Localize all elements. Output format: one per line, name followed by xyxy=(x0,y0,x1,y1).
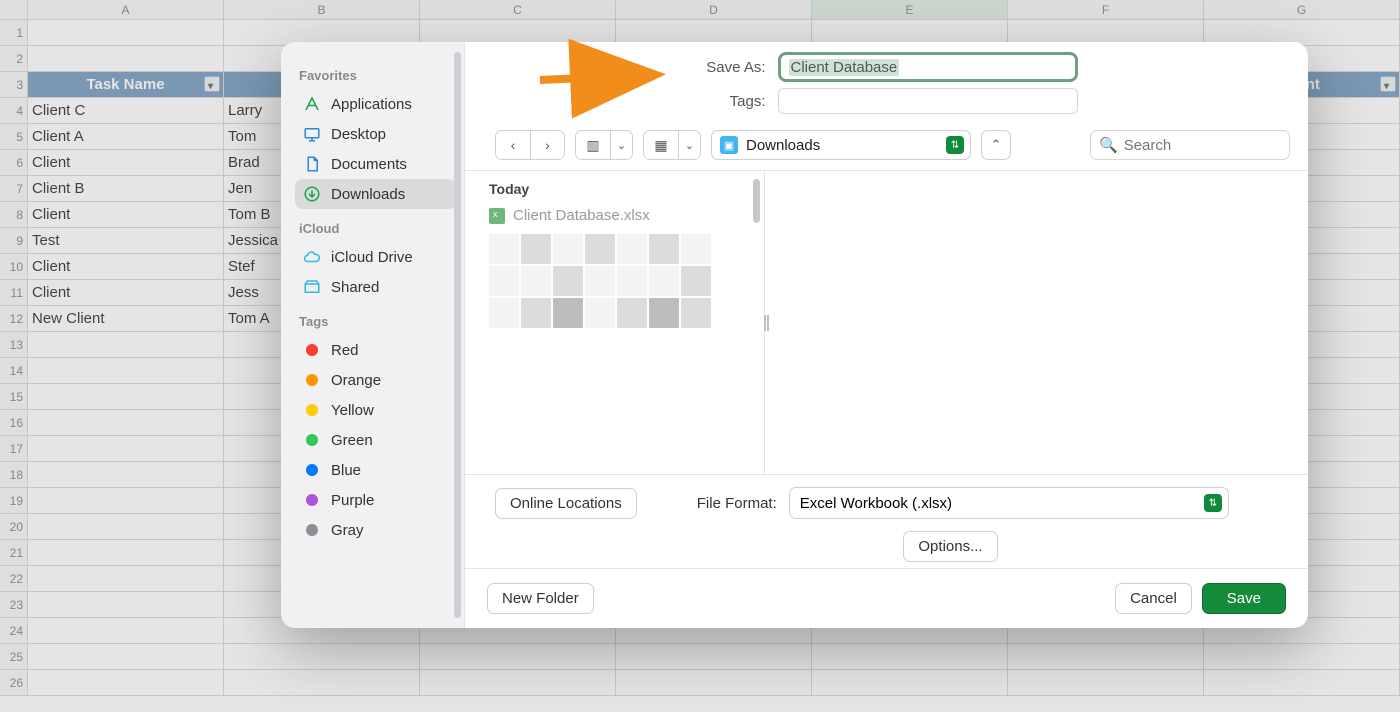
sidebar-item-yellow[interactable]: Yellow xyxy=(295,395,456,425)
nav-back-button[interactable]: ‹ xyxy=(496,131,530,159)
tag-dot-icon xyxy=(303,371,321,389)
sidebar-item-red[interactable]: Red xyxy=(295,335,456,365)
column-resize-handle[interactable] xyxy=(764,315,769,331)
sidebar-item-blue[interactable]: Blue xyxy=(295,455,456,485)
browser-column-2[interactable] xyxy=(765,171,1308,474)
tags-input[interactable] xyxy=(778,88,1078,114)
nav-forward-button[interactable]: › xyxy=(530,131,564,159)
sidebar-item-label: Downloads xyxy=(331,186,405,203)
online-locations-button[interactable]: Online Locations xyxy=(495,488,637,519)
tag-dot-icon xyxy=(303,461,321,479)
folder-icon: ▣ xyxy=(720,136,738,154)
chevron-down-icon: ⌄ xyxy=(610,131,632,159)
save-as-field[interactable]: Client Database xyxy=(778,52,1078,82)
sidebar-scrollbar[interactable] xyxy=(454,52,461,618)
down-icon xyxy=(303,185,321,203)
save-dialog: Favorites Applications Desktop Documents Do… xyxy=(281,42,1308,628)
sidebar-section-favorites: Favorites xyxy=(299,68,456,83)
search-icon: 🔍 xyxy=(1099,136,1118,154)
dialog-footer: New Folder Cancel Save xyxy=(465,568,1308,628)
sidebar-section-tags: Tags xyxy=(299,314,456,329)
new-folder-button[interactable]: New Folder xyxy=(487,583,594,614)
shared-icon xyxy=(303,278,321,296)
chevron-down-icon: ⌄ xyxy=(678,131,700,159)
sidebar-item-label: Red xyxy=(331,342,359,359)
collapse-button[interactable]: ⌃ xyxy=(981,130,1011,160)
tag-dot-icon xyxy=(303,491,321,509)
updown-chevron-icon: ⇅ xyxy=(1204,494,1222,512)
tag-dot-icon xyxy=(303,521,321,539)
tags-label: Tags: xyxy=(696,93,766,110)
sidebar-item-label: Green xyxy=(331,432,373,449)
dialog-sidebar: Favorites Applications Desktop Documents Do… xyxy=(281,42,465,628)
sidebar-item-label: Blue xyxy=(331,462,361,479)
pixelated-content xyxy=(489,234,764,328)
view-mode-columns[interactable]: ▥ ⌄ xyxy=(575,130,633,160)
sidebar-item-label: Applications xyxy=(331,96,412,113)
cloud-icon xyxy=(303,248,321,266)
sidebar-item-label: Documents xyxy=(331,156,407,173)
updown-chevron-icon: ⇅ xyxy=(946,136,964,154)
sidebar-item-green[interactable]: Green xyxy=(295,425,456,455)
file-format-select[interactable]: Excel Workbook (.xlsx) ⇅ xyxy=(789,487,1229,519)
sidebar-item-purple[interactable]: Purple xyxy=(295,485,456,515)
file-browser: Today Client Database.xlsx xyxy=(465,170,1308,475)
doc-icon xyxy=(303,155,321,173)
browser-scrollbar[interactable] xyxy=(753,179,760,223)
tag-dot-icon xyxy=(303,431,321,449)
sidebar-item-orange[interactable]: Orange xyxy=(295,365,456,395)
desk-icon xyxy=(303,125,321,143)
browser-column-1[interactable]: Today Client Database.xlsx xyxy=(465,171,765,474)
sidebar-item-label: Purple xyxy=(331,492,374,509)
file-format-value: Excel Workbook (.xlsx) xyxy=(800,495,952,512)
search-field[interactable]: 🔍 xyxy=(1090,130,1290,160)
browser-group-today: Today xyxy=(489,181,764,197)
file-item[interactable]: Client Database.xlsx xyxy=(489,203,764,228)
tag-dot-icon xyxy=(303,341,321,359)
sidebar-item-label: Shared xyxy=(331,279,379,296)
browser-toolbar: ‹ › ▥ ⌄ ▦ ⌄ ▣ Downloads ⇅ ⌃ 🔍 xyxy=(465,124,1308,170)
dialog-main: Save As: Client Database Tags: ‹ › ▥ ⌄ ▦… xyxy=(465,42,1308,628)
save-as-input-text: Client Database xyxy=(789,59,900,76)
sidebar-item-downloads[interactable]: Downloads xyxy=(295,179,456,209)
save-button[interactable]: Save xyxy=(1202,583,1286,614)
sidebar-item-label: Gray xyxy=(331,522,364,539)
search-input[interactable] xyxy=(1124,137,1281,154)
nav-back-forward: ‹ › xyxy=(495,130,565,160)
sidebar-item-documents[interactable]: Documents xyxy=(295,149,456,179)
file-name: Client Database.xlsx xyxy=(513,207,650,224)
sidebar-item-gray[interactable]: Gray xyxy=(295,515,456,545)
save-as-label: Save As: xyxy=(696,59,766,76)
sidebar-item-icloud-drive[interactable]: iCloud Drive xyxy=(295,242,456,272)
excel-file-icon xyxy=(489,208,505,224)
file-format-label: File Format: xyxy=(697,495,777,512)
cancel-button[interactable]: Cancel xyxy=(1115,583,1192,614)
sidebar-item-applications[interactable]: Applications xyxy=(295,89,456,119)
view-mode-grid[interactable]: ▦ ⌄ xyxy=(643,130,701,160)
location-popup[interactable]: ▣ Downloads ⇅ xyxy=(711,130,971,160)
location-label: Downloads xyxy=(746,137,820,154)
sidebar-item-label: Orange xyxy=(331,372,381,389)
app-icon xyxy=(303,95,321,113)
columns-view-icon: ▥ xyxy=(576,131,610,159)
sidebar-item-desktop[interactable]: Desktop xyxy=(295,119,456,149)
grid-view-icon: ▦ xyxy=(644,131,678,159)
sidebar-item-shared[interactable]: Shared xyxy=(295,272,456,302)
sidebar-section-icloud: iCloud xyxy=(299,221,456,236)
sidebar-item-label: Desktop xyxy=(331,126,386,143)
sidebar-item-label: iCloud Drive xyxy=(331,249,413,266)
tag-dot-icon xyxy=(303,401,321,419)
options-button[interactable]: Options... xyxy=(903,531,997,562)
sidebar-item-label: Yellow xyxy=(331,402,374,419)
